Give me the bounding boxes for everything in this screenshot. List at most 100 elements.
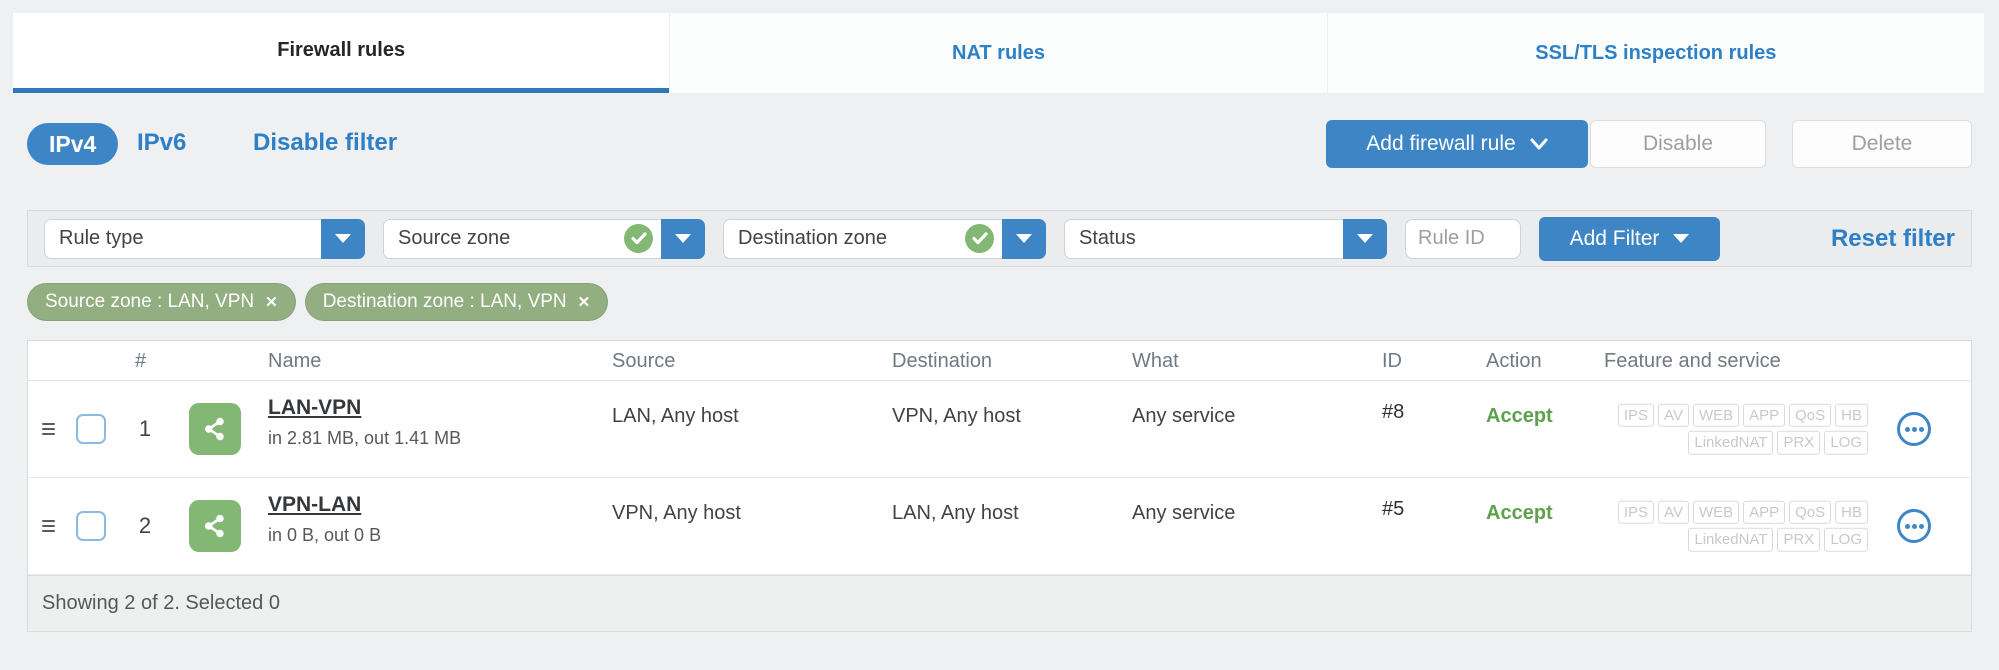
destination-zone-dropdown-label: Destination zone [738,227,887,249]
header-id: ID [1382,350,1402,372]
header-destination: Destination [892,350,993,372]
rule-source: LAN, Any host [612,405,739,427]
badge-app: APP [1743,403,1786,427]
header-what: What [1132,350,1179,372]
rule-id: #8 [1382,401,1405,423]
rule-destination: VPN, Any host [892,405,1021,427]
destination-zone-dropdown-button[interactable] [1002,218,1046,259]
rule-name-link[interactable]: VPN-LAN [268,493,361,517]
badge-log: LOG [1824,431,1868,455]
row-more-actions-icon[interactable] [1897,509,1931,543]
badge-prx: PRX [1777,528,1821,552]
badge-ips: IPS [1617,500,1655,524]
row-more-actions-icon[interactable] [1897,412,1931,446]
status-dropdown-button[interactable] [1343,218,1387,259]
rule-id-input[interactable] [1405,218,1521,259]
status-dropdown-label: Status [1079,227,1136,249]
active-filter-chips: Source zone : LAN, VPN ✕ Destination zon… [27,283,609,321]
filter-applied-check-icon [624,224,653,253]
chip-label: Source zone : LAN, VPN [45,291,255,312]
status-dropdown[interactable]: Status [1064,218,1387,259]
header-action: Action [1486,350,1542,372]
rule-what: Any service [1132,405,1236,427]
rule-traffic-stats: in 2.81 MB, out 1.41 MB [268,428,462,448]
badge-web: WEB [1692,403,1740,427]
badge-linkednat: LinkedNAT [1688,528,1774,552]
rule-type-tabbar: Firewall rules NAT rules SSL/TLS inspect… [13,13,1984,93]
add-firewall-rule-button[interactable]: Add firewall rule [1326,120,1588,168]
rule-id: #5 [1382,498,1405,520]
source-zone-dropdown-label: Source zone [398,227,511,249]
chevron-down-icon [1530,138,1548,150]
destination-zone-dropdown[interactable]: Destination zone [723,218,1046,259]
table-footer: Showing 2 of 2. Selected 0 [28,575,1971,631]
badge-log: LOG [1824,528,1868,552]
add-filter-label: Add Filter [1569,226,1660,250]
badge-linkednat: LinkedNAT [1688,431,1774,455]
disable-filter-link[interactable]: Disable filter [253,129,397,157]
rule-action-accept: Accept [1486,405,1553,427]
rule-name-cell: LAN-VPN in 2.81 MB, out 1.41 MB [268,396,461,449]
table-header-row: # Name Source Destination What ID Action… [28,341,1971,381]
tab-firewall-rules[interactable]: Firewall rules [13,13,670,93]
rule-type-dropdown-label: Rule type [59,227,144,249]
remove-chip-icon[interactable]: ✕ [578,295,591,310]
badge-av: AV [1658,500,1689,524]
add-firewall-rule-label: Add firewall rule [1366,132,1516,155]
badge-app: APP [1743,500,1786,524]
table-footer-status: Showing 2 of 2. Selected 0 [42,592,280,614]
rule-share-icon[interactable] [189,403,241,455]
table-row: 1 LAN-VPN in 2.81 MB, out 1.41 MB LAN, A… [28,381,1971,478]
badge-qos: QoS [1789,500,1832,524]
chip-label: Destination zone : LAN, VPN [322,291,567,312]
rule-share-icon[interactable] [189,500,241,552]
badge-hb: HB [1835,403,1868,427]
badge-web: WEB [1692,500,1740,524]
badge-prx: PRX [1777,431,1821,455]
rule-position: 1 [138,416,152,441]
disable-button[interactable]: Disable [1590,120,1766,168]
tab-ssl-tls-inspection-rules[interactable]: SSL/TLS inspection rules [1326,13,1984,93]
remove-chip-icon[interactable]: ✕ [265,295,278,310]
triangle-down-icon [1673,234,1690,243]
rule-position: 2 [138,513,152,538]
ipv4-toggle[interactable]: IPv4 [27,123,119,165]
feature-badges: IPS AV WEB APP QoS HB LinkedNAT PRX LOG [1616,500,1868,552]
header-source: Source [612,350,676,372]
add-filter-button[interactable]: Add Filter [1539,216,1720,261]
toolbar: IPv4 IPv6 Disable filter Add firewall ru… [27,120,1972,168]
rule-destination: LAN, Any host [892,502,1019,524]
chip-destination-zone: Destination zone : LAN, VPN ✕ [304,283,609,321]
badge-ips: IPS [1617,403,1655,427]
rule-type-dropdown[interactable]: Rule type [44,218,365,259]
rule-name-cell: VPN-LAN in 0 B, out 0 B [268,493,381,546]
source-zone-dropdown[interactable]: Source zone [383,218,705,259]
feature-badges: IPS AV WEB APP QoS HB LinkedNAT PRX LOG [1616,403,1868,455]
triangle-down-icon [1016,234,1032,243]
rule-type-dropdown-button[interactable] [321,218,365,259]
drag-handle-icon[interactable] [42,520,55,532]
rule-traffic-stats: in 0 B, out 0 B [268,525,382,545]
ipv6-toggle[interactable]: IPv6 [137,129,186,157]
badge-qos: QoS [1789,403,1832,427]
badge-hb: HB [1835,500,1868,524]
tab-nat-rules[interactable]: NAT rules [669,13,1327,93]
chip-source-zone: Source zone : LAN, VPN ✕ [27,283,296,321]
header-name: Name [268,350,322,372]
rule-name-link[interactable]: LAN-VPN [268,396,361,420]
rule-what: Any service [1132,502,1236,524]
delete-button[interactable]: Delete [1792,120,1972,168]
row-checkbox[interactable] [76,511,106,541]
triangle-down-icon [675,234,691,243]
table-row: 2 VPN-LAN in 0 B, out 0 B VPN, Any host … [28,478,1971,575]
header-feature-and-service: Feature and service [1604,350,1781,372]
drag-handle-icon[interactable] [42,423,55,435]
filter-bar: Rule type Source zone Destination zone S… [27,210,1972,267]
triangle-down-icon [1357,234,1373,243]
triangle-down-icon [335,234,351,243]
row-checkbox[interactable] [76,414,106,444]
source-zone-dropdown-button[interactable] [661,218,705,259]
badge-av: AV [1658,403,1689,427]
reset-filter-link[interactable]: Reset filter [1831,225,1955,253]
filter-applied-check-icon [965,224,994,253]
